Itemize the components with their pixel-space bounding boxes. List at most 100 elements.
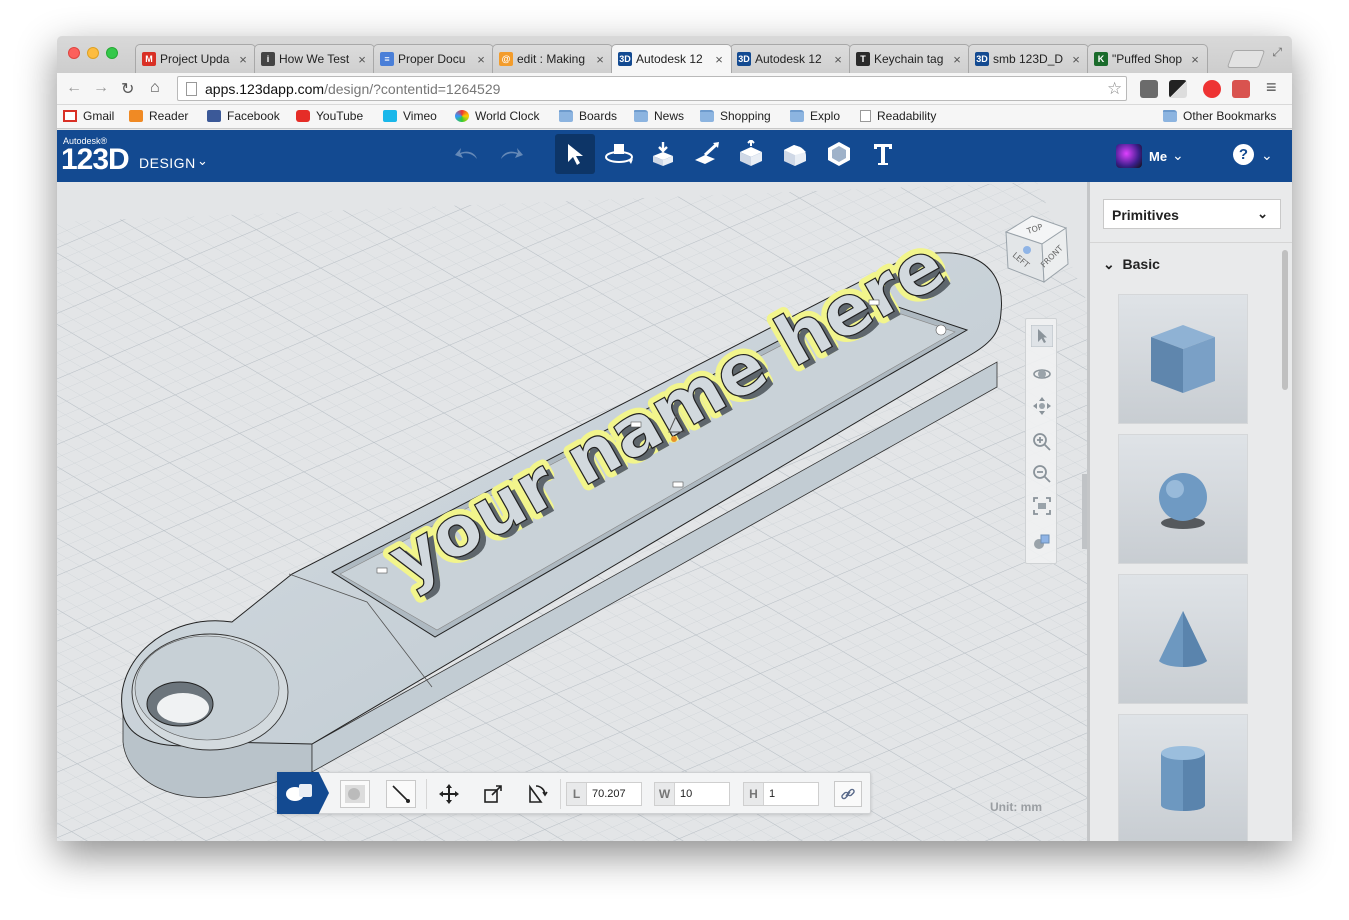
new-tab-button[interactable]: [1226, 50, 1266, 68]
tab-close-icon[interactable]: ×: [237, 52, 249, 67]
bookmark-explo[interactable]: Explo: [790, 109, 840, 123]
window-minimize-button[interactable]: [87, 47, 99, 59]
back-arrow-icon[interactable]: ←: [66, 79, 82, 97]
forward-arrow-icon[interactable]: →: [93, 79, 109, 97]
primitive-cylinder[interactable]: [1118, 714, 1248, 841]
extrude-icon: [740, 140, 762, 166]
user-chevron-icon[interactable]: ⌄: [1172, 147, 1184, 164]
fullscreen-icon[interactable]: ⤢: [1272, 45, 1282, 60]
other-bookmarks[interactable]: Other Bookmarks: [1163, 109, 1276, 123]
url-path: /design/?contentid=1264529: [324, 80, 501, 97]
tab-close-icon[interactable]: ×: [832, 52, 844, 67]
primitives-tool-button[interactable]: [643, 134, 683, 174]
help-chevron-icon[interactable]: ⌄: [1261, 147, 1273, 164]
length-value[interactable]: 70.207: [587, 788, 626, 800]
bookmark-label: Gmail: [83, 109, 115, 123]
text-tool-button[interactable]: [863, 134, 903, 174]
width-field[interactable]: W 10: [654, 782, 730, 806]
height-value[interactable]: 1: [764, 788, 775, 800]
primitive-cone[interactable]: [1118, 574, 1248, 704]
category-select[interactable]: Primitives ⌄: [1103, 199, 1281, 229]
bookmark-readability[interactable]: Readability: [860, 109, 936, 123]
sketch-line-button[interactable]: [386, 780, 416, 808]
bookmark-world-clock[interactable]: World Clock: [455, 109, 539, 123]
rotate-button[interactable]: [522, 780, 552, 808]
bookmark-news[interactable]: News: [634, 109, 684, 123]
bookmark-facebook[interactable]: Facebook: [207, 109, 280, 123]
tab-close-icon[interactable]: ×: [951, 52, 963, 67]
tab-1[interactable]: i How We Test ×: [254, 44, 375, 73]
orbit-icon[interactable]: [1031, 363, 1053, 385]
tab-6[interactable]: T Keychain tag ×: [849, 44, 970, 73]
transform-toolbar: L 70.207 W 10 H 1: [277, 772, 871, 814]
length-field[interactable]: L 70.207: [566, 782, 642, 806]
tab-0[interactable]: M Project Upda ×: [135, 44, 256, 73]
user-name[interactable]: Me: [1149, 149, 1167, 164]
length-label: L: [567, 783, 587, 805]
bookmark-vimeo[interactable]: Vimeo: [383, 109, 437, 123]
select-tool-button[interactable]: [555, 134, 595, 174]
fit-view-icon[interactable]: [1031, 495, 1053, 517]
bookmark-star-icon[interactable]: ☆: [1107, 79, 1122, 99]
bookmark-reader[interactable]: Reader: [129, 109, 188, 123]
home-icon[interactable]: ⌂: [150, 79, 160, 97]
brand-design[interactable]: DESIGN: [139, 155, 196, 171]
select-cursor-icon[interactable]: [1031, 325, 1053, 347]
tab-close-icon[interactable]: ×: [356, 52, 368, 67]
primitive-sphere[interactable]: [1118, 434, 1248, 564]
tab-close-icon[interactable]: ×: [594, 52, 606, 67]
zoom-out-icon[interactable]: [1031, 463, 1053, 485]
zoom-in-icon[interactable]: [1031, 431, 1053, 453]
move-button[interactable]: [434, 780, 464, 808]
tab-7[interactable]: 3D smb 123D_D ×: [968, 44, 1089, 73]
tab-4[interactable]: 3D Autodesk 12 ×: [611, 44, 732, 73]
redo-button[interactable]: [491, 134, 531, 174]
k-icon: K: [1094, 52, 1108, 66]
app-menu-chevron-icon[interactable]: ⌄: [197, 153, 208, 169]
bookmark-shopping[interactable]: Shopping: [700, 109, 771, 123]
height-field[interactable]: H 1: [743, 782, 819, 806]
scene[interactable]: your name here your name here your name …: [57, 182, 1087, 841]
bookmark-boards[interactable]: Boards: [559, 109, 617, 123]
width-value[interactable]: 10: [675, 788, 692, 800]
tab-8[interactable]: K "Puffed Shop ×: [1087, 44, 1208, 73]
bookmark-youtube[interactable]: YouTube: [296, 109, 363, 123]
extension-icon-2[interactable]: [1232, 80, 1250, 98]
adblock-extension-icon[interactable]: [1203, 80, 1221, 98]
materials-icon[interactable]: [1031, 531, 1053, 553]
modify-tool-button[interactable]: [775, 134, 815, 174]
view-cube[interactable]: TOP LEFT FRONT: [992, 212, 1072, 291]
solid-selection-button[interactable]: [277, 772, 329, 814]
window-maximize-button[interactable]: [106, 47, 118, 59]
tab-close-icon[interactable]: ×: [713, 52, 725, 67]
sketch-tool-button[interactable]: [687, 134, 727, 174]
3d-viewport[interactable]: your name here your name here your name …: [57, 182, 1087, 841]
brand-123d[interactable]: 123D: [61, 143, 130, 177]
evernote-extension-icon[interactable]: [1140, 80, 1158, 98]
tab-close-icon[interactable]: ×: [1189, 52, 1201, 67]
tab-close-icon[interactable]: ×: [475, 52, 487, 67]
address-bar[interactable]: apps.123dapp.com/design/?contentid=12645…: [177, 76, 1127, 101]
reload-icon[interactable]: ↻: [121, 79, 134, 99]
tab-close-icon[interactable]: ×: [1070, 52, 1082, 67]
scale-button[interactable]: [478, 780, 508, 808]
pan-icon[interactable]: [1031, 395, 1053, 417]
bookmark-gmail[interactable]: Gmail: [63, 109, 114, 123]
window-close-button[interactable]: [68, 47, 80, 59]
pattern-tool-button[interactable]: [819, 134, 859, 174]
primitive-box[interactable]: [1118, 294, 1248, 424]
lock-proportions-button[interactable]: [834, 781, 862, 807]
panel-scrollbar[interactable]: [1282, 250, 1288, 390]
tab-2[interactable]: ≡ Proper Docu ×: [373, 44, 494, 73]
help-icon[interactable]: ?: [1233, 144, 1254, 165]
transform-tool-button[interactable]: [599, 134, 639, 174]
section-header-basic[interactable]: ⌄ Basic: [1103, 256, 1160, 273]
material-button[interactable]: [340, 780, 370, 808]
construct-tool-button[interactable]: [731, 134, 771, 174]
extension-icon[interactable]: [1169, 80, 1187, 98]
menu-icon[interactable]: ≡: [1266, 77, 1277, 98]
avatar[interactable]: [1116, 144, 1142, 168]
undo-button[interactable]: [447, 134, 487, 174]
tab-3[interactable]: @ edit : Making ×: [492, 44, 613, 73]
tab-5[interactable]: 3D Autodesk 12 ×: [730, 44, 851, 73]
